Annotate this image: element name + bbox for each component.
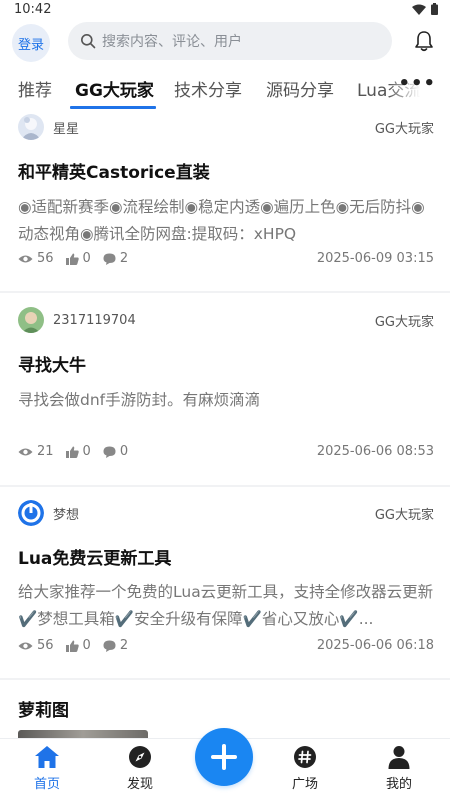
views-count: 56 <box>37 638 54 653</box>
views-stat: 56 <box>18 638 54 653</box>
post-summary: 寻找会做dnf手游防封。有麻烦滴滴 <box>18 391 261 409</box>
post-category: GG大玩家 <box>374 508 434 523</box>
bell-icon[interactable] <box>414 30 434 52</box>
post-card[interactable]: 2317119704 GG大玩家 寻找大牛 寻找会做dnf手游防封。有麻烦滴滴 … <box>0 307 450 483</box>
post-divider <box>0 291 450 293</box>
post-title[interactable]: Lua免费云更新工具 <box>18 544 171 569</box>
post-stats: 21 0 0 <box>18 444 140 459</box>
comment-icon <box>103 446 116 458</box>
post-image-thumbnail[interactable] <box>18 730 148 738</box>
author-avatar[interactable] <box>18 500 44 526</box>
user-icon <box>388 746 410 769</box>
nav-mine-label: 我的 <box>385 777 412 792</box>
plus-icon <box>211 744 237 770</box>
post-author-row: 梦想 <box>18 500 79 526</box>
author-avatar[interactable] <box>18 307 44 333</box>
likes-stat[interactable]: 0 <box>65 251 91 266</box>
eye-icon <box>18 448 33 455</box>
views-stat: 56 <box>18 251 54 266</box>
post-author-row: 星星 <box>18 114 79 140</box>
nav-mine[interactable]: 我的 <box>369 745 429 792</box>
top-bar: 登录 搜索内容、评论、用户 <box>0 20 450 62</box>
tab-active-indicator <box>70 106 156 109</box>
status-bar: 10:42 <box>0 0 450 18</box>
tab-gg-player[interactable]: GG大玩家 <box>75 76 154 101</box>
post-title[interactable]: 寻找大牛 <box>18 351 86 376</box>
thumbs-up-icon <box>65 446 79 458</box>
post-card[interactable]: 梦想 GG大玩家 Lua免费云更新工具 给大家推荐一个免费的Lua云更新工具，支… <box>0 500 450 676</box>
post-title[interactable]: 萝莉图 <box>18 696 69 721</box>
comment-icon <box>103 253 116 265</box>
search-placeholder: 搜索内容、评论、用户 <box>102 34 242 50</box>
author-name[interactable]: 梦想 <box>53 504 79 523</box>
eye-icon <box>18 642 33 649</box>
author-name[interactable]: 2317119704 <box>53 313 136 328</box>
post-author-row: 2317119704 <box>18 307 136 333</box>
post-stats: 56 0 2 <box>18 638 140 653</box>
likes-count: 0 <box>82 444 91 459</box>
system-icons <box>412 3 438 15</box>
post-category: GG大玩家 <box>374 315 434 330</box>
tab-source-share[interactable]: 源码分享 <box>266 76 334 101</box>
battery-icon <box>431 3 438 15</box>
category-tabs: 推荐 GG大玩家 技术分享 源码分享 Lua交流 ••• <box>0 62 450 110</box>
nav-home-label: 首页 <box>33 777 60 792</box>
nav-discover[interactable]: 发现 <box>110 745 170 792</box>
post-category: GG大玩家 <box>374 122 434 137</box>
likes-count: 0 <box>82 638 91 653</box>
comments-stat[interactable]: 2 <box>103 251 128 266</box>
likes-count: 0 <box>82 251 91 266</box>
tab-recommend[interactable]: 推荐 <box>18 76 52 101</box>
create-post-button[interactable] <box>195 728 253 786</box>
search-input[interactable]: 搜索内容、评论、用户 <box>68 22 392 60</box>
comments-count: 2 <box>119 251 129 266</box>
nav-plaza[interactable]: 广场 <box>275 745 335 792</box>
post-summary: ◉适配新赛季◉流程绘制◉稳定内透◉遍历上色◉无后防抖◉动态视角◉腾讯全防网盘:提… <box>18 198 425 243</box>
author-avatar[interactable] <box>18 114 44 140</box>
post-title[interactable]: 和平精英Castorice直装 <box>18 158 210 183</box>
views-stat: 21 <box>18 444 54 459</box>
nav-home[interactable]: 首页 <box>17 745 77 792</box>
more-tabs-icon[interactable]: ••• <box>398 73 436 94</box>
wifi-icon <box>412 4 426 15</box>
hashtag-icon <box>294 746 316 768</box>
views-count: 21 <box>37 444 54 459</box>
post-card[interactable]: 星星 GG大玩家 和平精英Castorice直装 ◉适配新赛季◉流程绘制◉稳定内… <box>0 114 450 290</box>
comments-count: 0 <box>119 444 129 459</box>
post-divider <box>0 678 450 680</box>
tab-tech-share[interactable]: 技术分享 <box>174 76 242 101</box>
author-name[interactable]: 星星 <box>53 118 79 137</box>
comments-stat[interactable]: 0 <box>103 444 128 459</box>
search-icon <box>81 34 96 49</box>
status-time: 10:42 <box>14 2 52 17</box>
likes-stat[interactable]: 0 <box>65 444 91 459</box>
post-stats: 56 0 2 <box>18 251 140 266</box>
comments-count: 2 <box>119 638 129 653</box>
post-date: 2025-06-06 06:18 <box>316 638 434 653</box>
comments-stat[interactable]: 2 <box>103 638 128 653</box>
nav-discover-label: 发现 <box>126 777 153 792</box>
eye-icon <box>18 255 33 262</box>
comment-icon <box>103 640 116 652</box>
login-button[interactable]: 登录 <box>12 24 50 62</box>
post-divider <box>0 485 450 487</box>
post-date: 2025-06-09 03:15 <box>316 251 434 266</box>
compass-icon <box>129 746 151 768</box>
views-count: 56 <box>37 251 54 266</box>
thumbs-up-icon <box>65 253 79 265</box>
post-date: 2025-06-06 08:53 <box>316 444 434 459</box>
nav-plaza-label: 广场 <box>291 777 318 792</box>
thumbs-up-icon <box>65 640 79 652</box>
home-icon <box>35 746 59 768</box>
post-summary: 给大家推荐一个免费的Lua云更新工具，支持全修改器云更新✔️梦想工具箱✔️安全升… <box>18 583 434 628</box>
likes-stat[interactable]: 0 <box>65 638 91 653</box>
